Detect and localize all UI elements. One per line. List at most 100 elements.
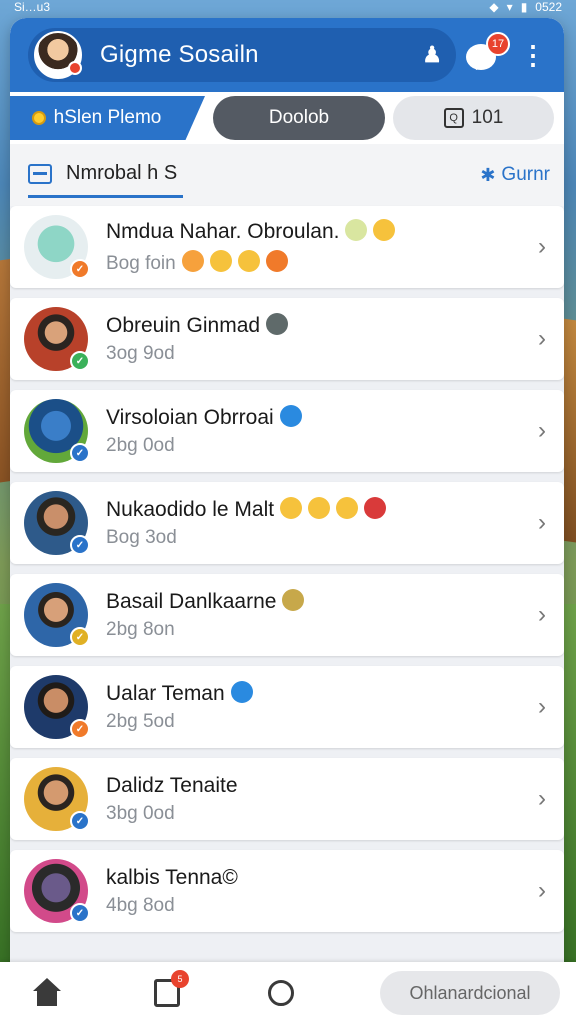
emoji-icon <box>345 219 368 242</box>
emoji-icon <box>209 249 232 272</box>
list-item[interactable]: ✓ Nmdua Nahar. Obroulan. Bog foin › <box>10 206 564 288</box>
list-item[interactable]: ✓ Nukaodido le Malt Bog 3od › <box>10 482 564 564</box>
item-text: kalbis Tenna© 4bg 8od <box>106 865 528 917</box>
online-status-dot <box>68 61 82 75</box>
emoji-icon <box>308 496 331 519</box>
list-item[interactable]: ✓ Ualar Teman 2bg 5od › <box>10 666 564 748</box>
chevron-right-icon[interactable]: › <box>538 233 546 261</box>
verified-badge-icon: ✓ <box>70 627 90 647</box>
avatar[interactable]: ✓ <box>24 675 90 739</box>
friend-name: kalbis Tenna© <box>106 865 528 891</box>
sort-button[interactable]: ✱ Gurnr <box>480 164 550 186</box>
chevron-right-icon[interactable]: › <box>538 877 546 905</box>
friend-status-text: Bog foin <box>106 252 176 274</box>
friend-name-text: Obreuin Ginmad <box>106 313 261 337</box>
friend-name-text: Nmdua Nahar. Obroulan. <box>106 220 340 244</box>
circle-icon[interactable] <box>268 980 294 1006</box>
home-icon[interactable] <box>32 978 62 1008</box>
filter-row: Nmrobal h S ✱ Gurnr <box>10 144 564 206</box>
item-text: Ualar Teman 2bg 5od <box>106 680 528 733</box>
item-text: Virsoloian Obrroai 2bg 0od <box>106 404 528 457</box>
verified-badge-icon: ✓ <box>70 443 90 463</box>
emoji-icon <box>364 496 387 519</box>
item-text: Basail Danlkaarne 2bg 8on <box>106 588 528 641</box>
list-item[interactable]: ✓ Dalidz Tenaite 3bg 0od › <box>10 758 564 840</box>
list-item[interactable]: ✓ Obreuin Ginmad 3og 9od › <box>10 298 564 380</box>
wifi-icon: ▾ <box>506 0 513 14</box>
chevron-right-icon[interactable]: › <box>538 601 546 629</box>
list-filter[interactable]: Nmrobal h S <box>28 152 184 198</box>
friend-status: 2bg 5od <box>106 711 528 733</box>
status-icons: ◆ ▾ ▮ 0522 <box>489 0 562 14</box>
friend-status: 3og 9od <box>106 343 528 365</box>
app-title: Gigme Sosailn <box>100 41 259 68</box>
emoji-icon <box>279 404 302 427</box>
emoji-icon <box>265 249 288 272</box>
chevron-right-icon[interactable]: › <box>538 509 546 537</box>
status-left-text: Si…u3 <box>14 0 51 14</box>
emoji-icon <box>181 249 204 272</box>
avatar[interactable]: ✓ <box>24 583 90 647</box>
square-icon: Q <box>443 108 464 128</box>
friend-name: Basail Danlkaarne <box>106 588 528 615</box>
avatar[interactable]: ✓ <box>24 307 90 371</box>
kebab-icon[interactable]: ⋮ <box>520 42 546 68</box>
tab-bar: hSlen Plemo Doolob Q 101 <box>10 92 564 144</box>
chevron-right-icon[interactable]: › <box>538 325 546 353</box>
friend-status: Bog 3od <box>106 527 528 549</box>
chat-badge: 17 <box>486 32 510 56</box>
verified-badge-icon: ✓ <box>70 351 90 371</box>
friend-name-text: Basail Danlkaarne <box>106 589 277 613</box>
friend-status-text: Bog 3od <box>106 527 177 549</box>
avatar[interactable]: ✓ <box>24 491 90 555</box>
friend-status: 2bg 0od <box>106 435 528 457</box>
list-item[interactable]: ✓ kalbis Tenna© 4bg 8od › <box>10 850 564 932</box>
emoji-icon <box>266 312 289 335</box>
emoji-icon <box>237 249 260 272</box>
friend-name-text: Virsoloian Obrroai <box>106 405 274 429</box>
avatar[interactable]: ✓ <box>24 767 90 831</box>
friend-status-text: 3og 9od <box>106 343 175 365</box>
status-time: 0522 <box>535 0 562 14</box>
friend-name: Ualar Teman <box>106 680 528 707</box>
document-icon[interactable]: 5 <box>154 970 189 1007</box>
tab-third[interactable]: Q 101 <box>393 96 554 140</box>
chevron-right-icon[interactable]: › <box>538 785 546 813</box>
location-icon: ◆ <box>489 0 499 14</box>
friend-list: ✓ Nmdua Nahar. Obroulan. Bog foin › ✓ Obreuin… <box>10 206 564 932</box>
bottom-nav: 5 Ohlanardcional <box>0 962 576 1024</box>
friend-name-text: kalbis Tenna© <box>106 865 238 889</box>
avatar[interactable]: ✓ <box>24 859 90 923</box>
tab-first[interactable]: hSlen Plemo <box>10 96 205 140</box>
chevron-right-icon[interactable]: › <box>538 417 546 445</box>
verified-badge-icon: ✓ <box>70 719 90 739</box>
list-icon <box>28 163 52 184</box>
emoji-icon <box>282 588 305 611</box>
document-badge: 5 <box>171 970 189 988</box>
friend-status-text: 2bg 5od <box>106 711 175 733</box>
coin-icon <box>31 111 46 125</box>
filter-label: Nmrobal h S <box>66 162 178 184</box>
avatar[interactable]: ✓ <box>24 215 90 279</box>
person-icon[interactable]: ♟ <box>422 42 442 68</box>
item-text: Dalidz Tenaite 3bg 0od <box>106 773 528 825</box>
friend-status-text: 2bg 8on <box>106 619 175 641</box>
bottom-action-button[interactable]: Ohlanardcional <box>380 971 560 1015</box>
friend-name: Dalidz Tenaite <box>106 773 528 799</box>
status-bar: Si…u3 ◆ ▾ ▮ 0522 <box>0 0 576 14</box>
signal-icon: ▮ <box>520 0 528 14</box>
list-item[interactable]: ✓ Virsoloian Obrroai 2bg 0od › <box>10 390 564 472</box>
user-avatar[interactable] <box>34 31 82 79</box>
avatar[interactable]: ✓ <box>24 399 90 463</box>
chat-button[interactable]: 17 <box>466 32 510 72</box>
list-item[interactable]: ✓ Basail Danlkaarne 2bg 8on › <box>10 574 564 656</box>
item-text: Nukaodido le Malt Bog 3od <box>106 496 528 549</box>
friend-status: 3bg 0od <box>106 803 528 825</box>
friend-status: 2bg 8on <box>106 619 528 641</box>
item-text: Obreuin Ginmad 3og 9od <box>106 312 528 365</box>
tab-second[interactable]: Doolob <box>213 96 385 140</box>
profile-pill[interactable]: Gigme Sosailn ♟ <box>28 28 456 82</box>
chevron-right-icon[interactable]: › <box>538 693 546 721</box>
sort-label: Gurnr <box>501 164 550 185</box>
friend-status: 4bg 8od <box>106 895 528 917</box>
